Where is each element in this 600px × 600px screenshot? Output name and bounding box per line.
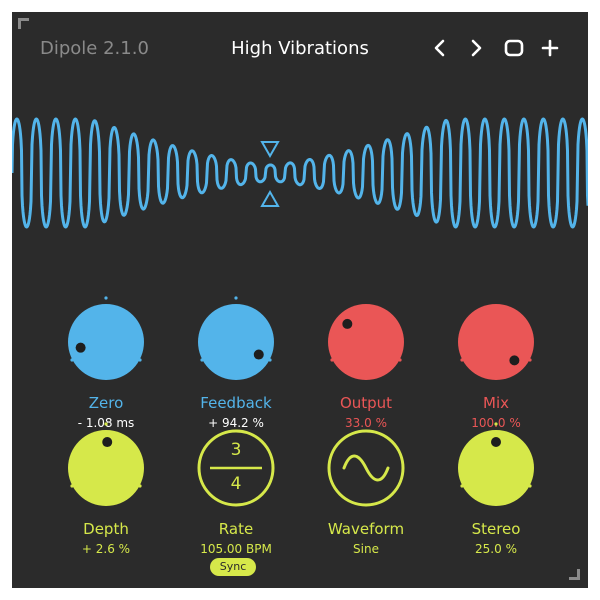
stereo-label: Stereo [471,520,521,538]
feedback-knob-graphic [198,296,274,380]
rate-denominator: 4 [230,474,242,494]
mix-control: Mix 100.0 % [436,292,556,430]
version-label: Dipole 2.1.0 [40,38,149,59]
zero-knob-graphic [68,296,144,380]
rate-selector[interactable]: 3 4 [186,418,286,518]
stereo-knob-graphic [458,422,534,506]
mix-knob-graphic [458,304,534,380]
zero-knob[interactable] [56,292,156,392]
chevron-right-icon [471,39,482,57]
next-preset-button[interactable] [464,36,488,60]
waveform-trace [12,117,588,229]
zero-label: Zero [88,394,124,412]
depth-knob[interactable] [56,418,156,518]
resize-handle[interactable] [569,569,580,580]
waveform-display [12,117,588,229]
stereo-knob[interactable] [446,418,546,518]
rate-control: 3 4 Rate 105.00 BPM [176,418,296,556]
output-knob-graphic [328,304,404,380]
mix-label: Mix [483,394,509,412]
rate-numerator: 3 [230,440,242,460]
prev-preset-button[interactable] [428,36,452,60]
rate-ring [197,429,275,507]
stereo-control: Stereo 25.0 % [436,418,556,556]
feedback-label: Feedback [200,394,272,412]
add-preset-button[interactable] [538,36,562,60]
depth-control: Depth + 2.6 % [46,418,166,556]
waveform-selector[interactable] [316,418,416,518]
sync-button[interactable]: Sync [210,558,256,576]
rounded-square-icon [504,39,524,57]
rate-value: 105.00 BPM [200,542,272,556]
output-label: Output [339,394,393,412]
depth-knob-graphic [68,422,144,506]
mix-knob[interactable] [446,292,546,392]
chevron-left-icon [434,39,445,57]
zero-control: Zero - 1.08 ms [46,292,166,430]
output-knob[interactable] [316,292,416,392]
depth-value: + 2.6 % [81,542,131,556]
rate-label: Rate [218,520,254,538]
window-button[interactable] [502,36,526,60]
waveform-label: Waveform [327,520,405,538]
plus-icon [541,39,559,57]
stereo-value: 25.0 % [475,542,517,556]
sine-wave-icon [327,429,405,507]
header-bar: Dipole 2.1.0 High Vibrations [12,12,588,82]
waveform-control: Waveform Sine [306,418,426,556]
waveform-value: Sine [353,542,379,556]
feedback-control: Feedback + 94.2 % [176,292,296,430]
feedback-knob[interactable] [186,292,286,392]
plugin-panel: Dipole 2.1.0 High Vibrations Zero - 1.08… [12,12,588,588]
output-control: Output 33.0 % [306,292,426,430]
depth-label: Depth [83,520,129,538]
